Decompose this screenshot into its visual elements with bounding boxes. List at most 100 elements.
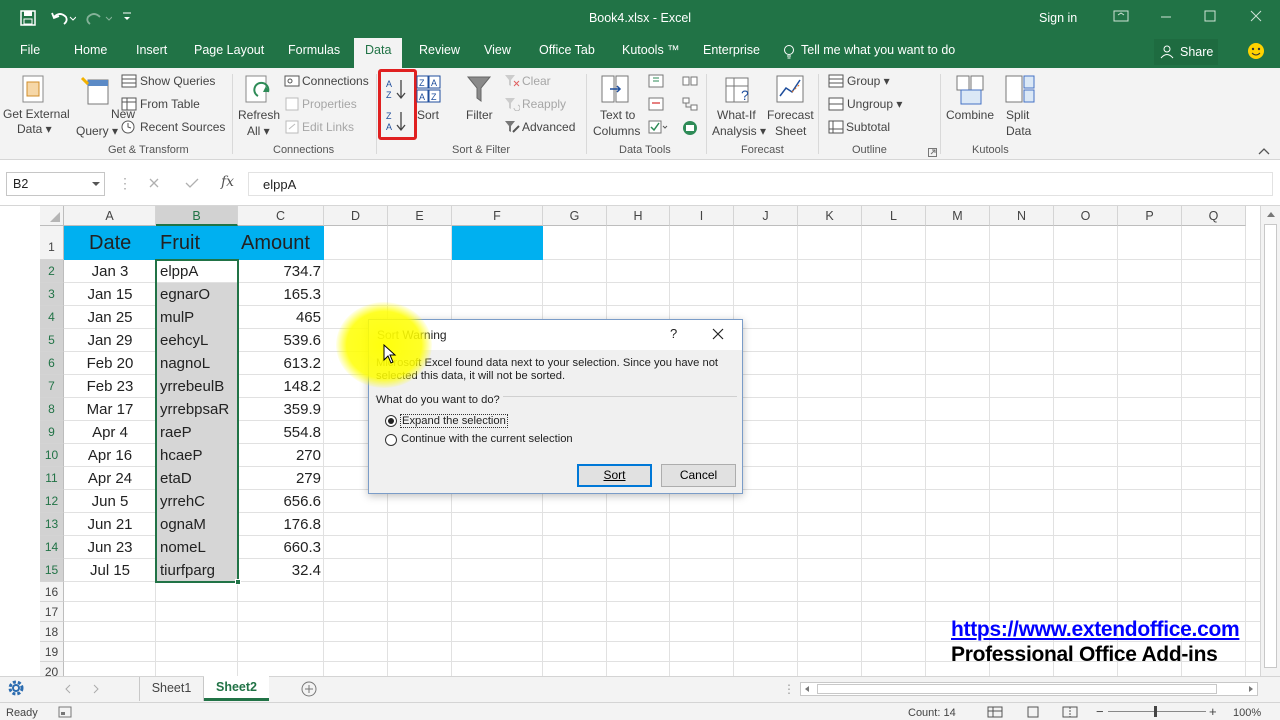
cell-amount[interactable]: 660.3 xyxy=(238,536,321,559)
dialog-close-icon[interactable] xyxy=(712,328,724,340)
cell-amount[interactable]: 176.8 xyxy=(238,513,321,536)
cell-date[interactable]: Apr 24 xyxy=(64,467,156,490)
row-header-10[interactable]: 10 xyxy=(40,444,64,467)
cancel-entry-icon[interactable] xyxy=(148,177,160,189)
formula-input[interactable]: elppA xyxy=(248,172,1273,196)
cell-amount[interactable]: 359.9 xyxy=(238,398,321,421)
cell-amount[interactable]: 539.6 xyxy=(238,329,321,352)
zoom-slider-thumb[interactable] xyxy=(1154,706,1157,717)
row-header-9[interactable]: 9 xyxy=(40,421,64,444)
vertical-scroll-thumb[interactable] xyxy=(1264,224,1277,668)
watermark-url-link[interactable]: https://www.extendoffice.com xyxy=(951,618,1240,642)
row-header-7[interactable]: 7 xyxy=(40,375,64,398)
scroll-up-icon[interactable] xyxy=(1266,210,1276,218)
split-data-button[interactable]: Split xyxy=(1006,109,1029,122)
refresh-all-button[interactable]: Refresh xyxy=(238,109,280,122)
row-header-6[interactable]: 6 xyxy=(40,352,64,375)
cell-date[interactable]: Feb 20 xyxy=(64,352,156,375)
normal-view-icon[interactable] xyxy=(987,706,1003,718)
from-table-button[interactable]: From Table xyxy=(140,98,200,111)
horizontal-scrollbar[interactable] xyxy=(800,682,1258,696)
cell-date[interactable]: Jan 25 xyxy=(64,306,156,329)
cell-amount[interactable]: 613.2 xyxy=(238,352,321,375)
cell-amount[interactable]: 279 xyxy=(238,467,321,490)
cell-amount[interactable]: 734.7 xyxy=(238,260,321,283)
maximize-icon[interactable] xyxy=(1202,8,1218,24)
cell-date[interactable]: Jul 15 xyxy=(64,559,156,582)
cell-date[interactable]: Jun 23 xyxy=(64,536,156,559)
clear-button[interactable]: Clear xyxy=(522,75,551,88)
zoom-level[interactable]: 100% xyxy=(1233,707,1261,719)
zoom-out-button[interactable]: − xyxy=(1096,704,1104,719)
scroll-right-icon[interactable] xyxy=(1247,685,1255,693)
relationships-icon[interactable] xyxy=(682,97,698,111)
settings-gear-icon[interactable] xyxy=(5,677,27,699)
fill-handle[interactable] xyxy=(235,579,241,585)
row-header-11[interactable]: 11 xyxy=(40,467,64,490)
row-header-12[interactable]: 12 xyxy=(40,490,64,513)
edit-links-button[interactable]: Edit Links xyxy=(302,121,354,134)
horizontal-scroll-thumb[interactable] xyxy=(817,684,1217,694)
cell-date[interactable]: Jun 21 xyxy=(64,513,156,536)
tab-enterprise[interactable]: Enterprise xyxy=(703,43,760,57)
ribbon-display-options-icon[interactable] xyxy=(1112,8,1130,24)
properties-button[interactable]: Properties xyxy=(302,98,357,111)
cell-date[interactable]: Apr 16 xyxy=(64,444,156,467)
chevron-down-icon[interactable] xyxy=(91,180,101,188)
cell-amount[interactable]: 270 xyxy=(238,444,321,467)
row-header-19[interactable]: 19 xyxy=(40,642,64,662)
row-header-17[interactable]: 17 xyxy=(40,602,64,622)
tab-review[interactable]: Review xyxy=(419,43,460,57)
tell-me-search[interactable]: Tell me what you want to do xyxy=(801,43,955,57)
manage-data-model-icon[interactable] xyxy=(682,120,698,136)
cell-date[interactable]: Jan 3 xyxy=(64,260,156,283)
ungroup-button[interactable]: Ungroup ▾ xyxy=(847,98,902,111)
cell-date[interactable]: Apr 4 xyxy=(64,421,156,444)
dialog-help-button[interactable]: ? xyxy=(670,326,677,341)
scroll-sheets-left-icon[interactable] xyxy=(64,684,72,694)
outline-dialog-launcher-icon[interactable] xyxy=(928,148,938,158)
flash-fill-icon[interactable] xyxy=(648,74,664,88)
page-layout-view-icon[interactable] xyxy=(1025,706,1041,718)
row-header-20[interactable]: 20 xyxy=(40,662,64,676)
option-continue-label[interactable]: Continue with the current selection xyxy=(401,433,573,445)
cell-amount[interactable]: 656.6 xyxy=(238,490,321,513)
minimize-icon[interactable] xyxy=(1158,8,1174,24)
tab-data[interactable]: Data xyxy=(354,38,403,68)
tab-split-handle[interactable]: ⋮ xyxy=(783,682,795,696)
cell-date[interactable]: Jan 15 xyxy=(64,283,156,306)
get-external-data-button[interactable]: Get External xyxy=(3,108,70,121)
row-header-15[interactable]: 15 xyxy=(40,559,64,582)
cell-amount[interactable]: 148.2 xyxy=(238,375,321,398)
forecast-sheet-button[interactable]: Forecast xyxy=(767,109,814,122)
row-header-1[interactable]: 1 xyxy=(40,226,64,260)
tab-formulas[interactable]: Formulas xyxy=(288,43,340,57)
add-sheet-icon[interactable] xyxy=(300,680,318,698)
cell-amount[interactable]: 465 xyxy=(238,306,321,329)
confirm-entry-icon[interactable] xyxy=(185,177,199,189)
group-button[interactable]: Group ▾ xyxy=(847,75,890,88)
close-window-icon[interactable] xyxy=(1248,8,1264,24)
row-header-8[interactable]: 8 xyxy=(40,398,64,421)
collapse-ribbon-icon[interactable] xyxy=(1258,146,1270,156)
row-header-5[interactable]: 5 xyxy=(40,329,64,352)
cell-amount[interactable]: 554.8 xyxy=(238,421,321,444)
cell-amount[interactable]: 165.3 xyxy=(238,283,321,306)
tab-home[interactable]: Home xyxy=(74,43,107,57)
header-date[interactable]: Date xyxy=(89,232,131,255)
scroll-left-icon[interactable] xyxy=(803,685,811,693)
tab-insert[interactable]: Insert xyxy=(136,43,167,57)
recent-sources-button[interactable]: Recent Sources xyxy=(140,121,225,134)
sign-in-link[interactable]: Sign in xyxy=(1039,11,1077,25)
header-amount[interactable]: Amount xyxy=(241,232,310,255)
remove-duplicates-icon[interactable] xyxy=(648,97,664,111)
option-expand-label[interactable]: Expand the selection xyxy=(400,414,508,428)
macro-record-icon[interactable] xyxy=(58,706,72,718)
consolidate-icon[interactable] xyxy=(682,74,698,88)
advanced-button[interactable]: Advanced xyxy=(522,121,575,134)
cell-date[interactable]: Mar 17 xyxy=(64,398,156,421)
row-header-18[interactable]: 18 xyxy=(40,622,64,642)
name-box[interactable]: B2 xyxy=(6,172,105,196)
cell-date[interactable]: Feb 23 xyxy=(64,375,156,398)
page-break-view-icon[interactable] xyxy=(1062,706,1078,718)
